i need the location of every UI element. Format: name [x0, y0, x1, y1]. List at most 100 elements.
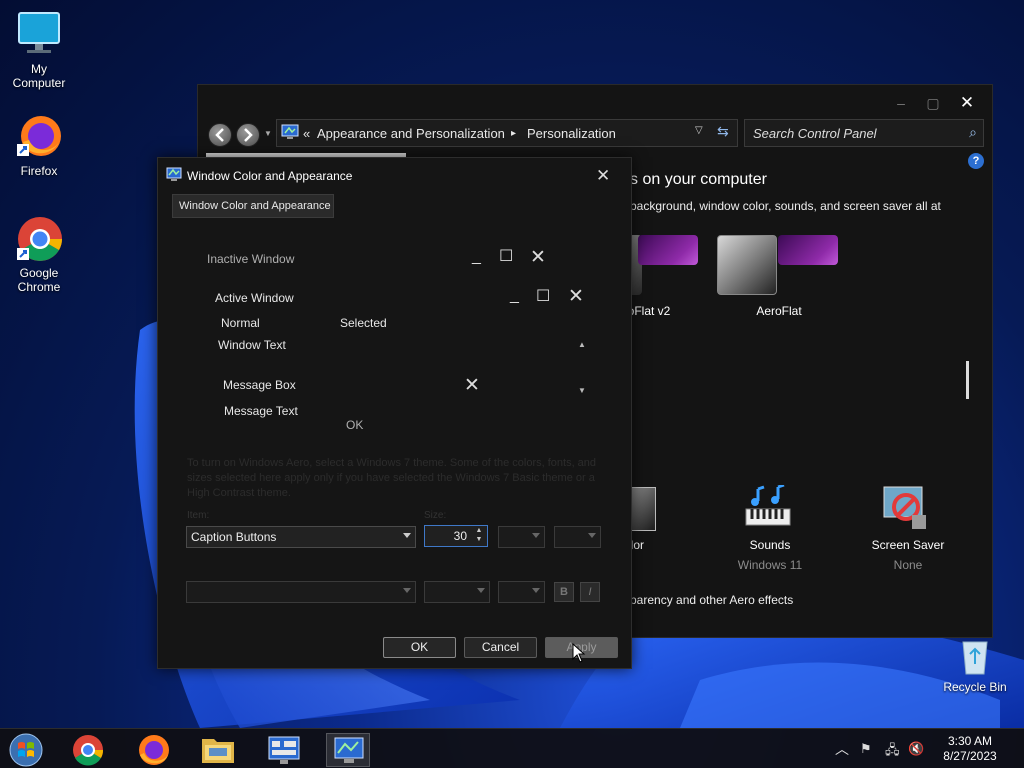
personalization-description: background, window color, sounds, and sc…	[630, 199, 941, 213]
breadcrumb-appearance-personalization[interactable]: Appearance and Personalization	[317, 126, 505, 141]
dialog-title: Window Color and Appearance	[187, 169, 353, 183]
desktop-icon-recycle-bin[interactable]: Recycle Bin	[936, 636, 1014, 694]
chevron-down-icon	[588, 533, 596, 538]
screen-saver-icon[interactable]	[882, 485, 930, 531]
window-color-dialog: Window Color and Appearance ✕ Window Col…	[157, 157, 632, 669]
scroll-up-icon: ▲	[578, 340, 586, 349]
desktop-icon-firefox[interactable]: Firefox	[0, 112, 78, 178]
address-dropdown-icon[interactable]: ▽	[695, 125, 703, 136]
desktop-icon-label: Google	[19, 266, 59, 280]
chevron-down-icon	[477, 588, 485, 593]
sounds-link[interactable]: Sounds	[720, 538, 820, 552]
system-clock[interactable]: 3:30 AM 8/27/2023	[934, 734, 1006, 764]
taskbar-control-panel[interactable]	[262, 733, 306, 767]
desktop-icon-label: Recycle Bin	[943, 680, 1007, 694]
breadcrumb-separator[interactable]: ▸	[511, 128, 516, 139]
preview-selected-menu[interactable]: Selected	[340, 316, 387, 330]
personalization-heading: s on your computer	[630, 171, 767, 188]
spin-down-icon[interactable]: ▼	[473, 536, 485, 545]
control-panel-icon	[281, 124, 299, 140]
theme-thumbnail-accent	[778, 235, 838, 265]
theme-label-aeroflat[interactable]: AeroFlat	[729, 304, 829, 318]
close-icon: ✕	[568, 286, 584, 307]
item-select[interactable]: Caption Buttons	[186, 526, 416, 548]
chrome-icon	[15, 214, 63, 262]
desktop-icon-label: My	[31, 62, 47, 76]
desktop-icon-label: Chrome	[17, 280, 61, 294]
maximize-icon[interactable]: ▢	[918, 93, 948, 113]
breadcrumb-prefix[interactable]: «	[303, 126, 310, 141]
start-button[interactable]	[4, 733, 48, 767]
screen-saver-value: None	[893, 558, 923, 572]
address-bar[interactable]: « Appearance and Personalization ▸ Perso…	[276, 119, 738, 147]
theme-thumbnail-accent	[638, 235, 698, 265]
sounds-value: Windows 11	[737, 558, 803, 572]
preview-active-window[interactable]: Active Window	[215, 291, 294, 305]
preview-window-text[interactable]: Window Text	[218, 338, 286, 352]
size-value: 30	[453, 529, 467, 543]
chevron-down-icon	[403, 533, 411, 538]
volume-muted-icon[interactable]: 🔇	[908, 741, 924, 757]
mouse-cursor	[572, 642, 586, 663]
ok-button[interactable]: OK	[383, 637, 456, 658]
recent-pages-icon[interactable]: ▼	[264, 129, 272, 138]
desktop-icon-label: Computer	[12, 76, 66, 90]
preview-ok-button[interactable]: OK	[346, 418, 363, 432]
sounds-icon[interactable]	[744, 483, 792, 529]
preview-message-box[interactable]: Message Box	[223, 378, 296, 392]
chevron-down-icon	[403, 588, 411, 593]
preview-normal-menu[interactable]: Normal	[221, 316, 260, 330]
scrollbar-thumb[interactable]	[966, 361, 969, 399]
back-button[interactable]	[208, 123, 232, 147]
spin-up-icon[interactable]: ▲	[473, 527, 485, 536]
bold-button[interactable]: B	[554, 582, 574, 602]
desktop-icon-my-computer[interactable]: My Computer	[0, 10, 78, 90]
search-input[interactable]: Search Control Panel ⌕	[744, 119, 984, 147]
search-placeholder: Search Control Panel	[753, 126, 877, 141]
appearance-preview[interactable]: Inactive Window _ ☐ ✕ Active Window _ ☐ …	[188, 236, 602, 436]
taskbar-firefox[interactable]	[132, 733, 176, 767]
action-center-flag-icon[interactable]: ⚑	[860, 741, 872, 757]
scroll-down-icon: ▼	[578, 386, 586, 395]
refresh-icon[interactable]: ⇆	[717, 123, 729, 140]
window-color-icon[interactable]	[630, 487, 656, 531]
aero-effects-text: parency and other Aero effects	[630, 593, 794, 607]
clock-date: 8/27/2023	[943, 749, 997, 763]
close-icon[interactable]: ✕	[952, 93, 982, 113]
search-icon[interactable]: ⌕	[969, 124, 977, 141]
theme-thumbnail-aeroflat[interactable]	[717, 235, 777, 295]
preview-message-text[interactable]: Message Text	[224, 404, 298, 418]
preview-inactive-window[interactable]: Inactive Window	[207, 252, 294, 266]
taskbar-personalization[interactable]	[326, 733, 370, 767]
minimize-icon: _	[510, 287, 519, 304]
monitor-icon	[15, 10, 63, 58]
taskbar-chrome[interactable]	[66, 733, 110, 767]
tab-window-color-appearance[interactable]: Window Color and Appearance	[172, 194, 334, 218]
color2-select[interactable]	[554, 526, 601, 548]
breadcrumb-personalization[interactable]: Personalization	[527, 126, 616, 141]
size-label: Size:	[424, 510, 447, 521]
network-icon[interactable]: 🖧	[885, 741, 900, 763]
chevron-down-icon	[532, 588, 540, 593]
screen-saver-link[interactable]: Screen Saver	[858, 538, 958, 552]
desktop-icon-label: Firefox	[20, 164, 58, 178]
forward-button[interactable]	[236, 123, 260, 147]
font-color-select[interactable]	[498, 581, 545, 603]
close-icon: ✕	[464, 375, 480, 396]
taskbar-file-explorer[interactable]	[196, 733, 240, 767]
font-size-select[interactable]	[424, 581, 490, 603]
help-icon[interactable]: ?	[968, 153, 984, 169]
clock-time: 3:30 AM	[947, 734, 993, 748]
dialog-close-icon[interactable]: ✕	[596, 166, 610, 186]
cancel-button[interactable]: Cancel	[464, 637, 537, 658]
italic-button[interactable]: I	[580, 582, 600, 602]
firefox-icon	[15, 112, 63, 160]
minimize-icon[interactable]: –	[886, 93, 916, 113]
maximize-icon: ☐	[536, 288, 551, 305]
color1-select[interactable]	[498, 526, 545, 548]
show-hidden-icons-icon[interactable]: ︿	[835, 739, 849, 759]
font-select[interactable]	[186, 581, 416, 603]
size-stepper[interactable]: 30 ▲ ▼	[424, 525, 488, 547]
desktop-icon-google-chrome[interactable]: Google Chrome	[0, 214, 78, 294]
close-icon: ✕	[530, 247, 546, 268]
